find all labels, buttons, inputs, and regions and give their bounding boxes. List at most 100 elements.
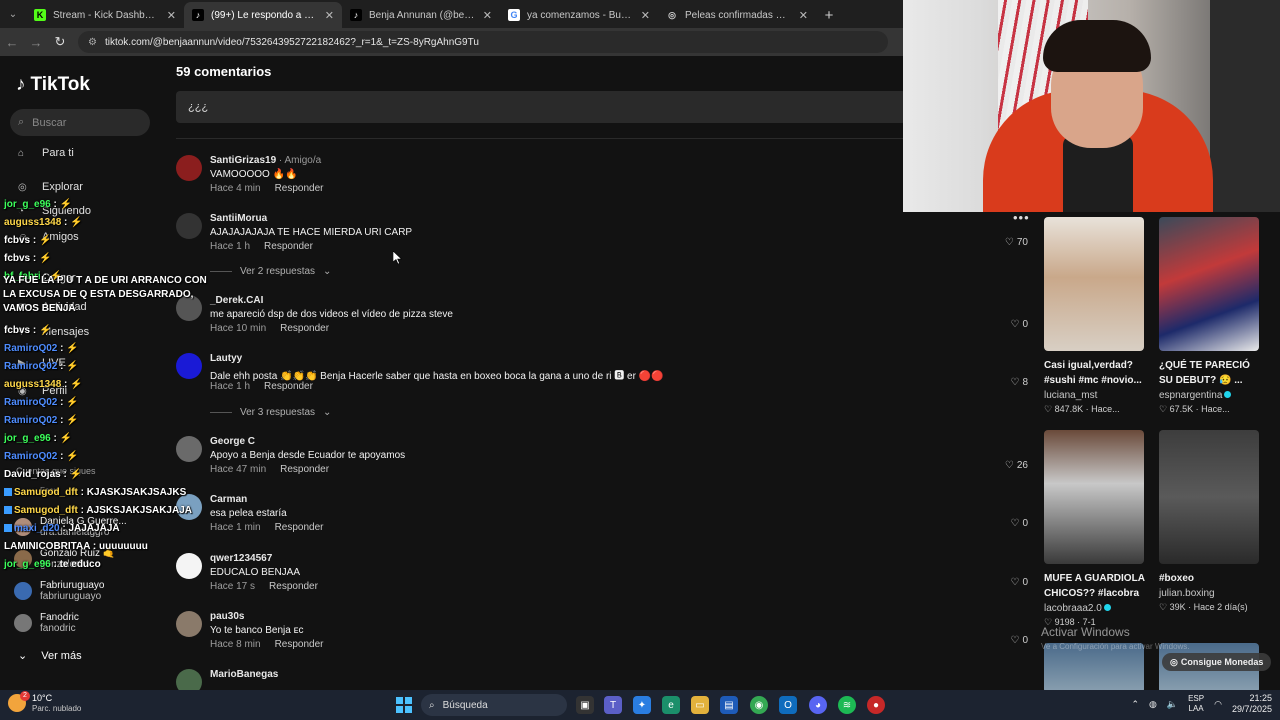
view-replies-button[interactable]: Ver 3 respuestas ⌄ (210, 407, 331, 418)
discord-icon[interactable]: ◕ (809, 696, 827, 714)
close-tab-icon[interactable]: ✕ (641, 9, 650, 22)
avatar[interactable] (176, 553, 202, 579)
task-view-icon[interactable]: ▣ (576, 696, 594, 714)
like-button[interactable]: ♡ 0 (1010, 635, 1028, 646)
language-indicator[interactable]: ESP LAA (1188, 694, 1204, 714)
avatar[interactable] (176, 213, 202, 239)
video-thumbnail[interactable] (1044, 217, 1144, 351)
like-button[interactable]: ♡ 8 (1010, 377, 1028, 388)
like-button[interactable]: ♡ 0 (1010, 518, 1028, 529)
video-thumbnail[interactable] (1159, 217, 1259, 351)
video-author[interactable]: lacobraaa2.0 (1044, 603, 1146, 614)
like-button[interactable]: ♡ 0 (1010, 319, 1028, 330)
like-button[interactable]: ♡ 0 (1010, 577, 1028, 588)
comment-username[interactable]: Carman (210, 494, 247, 505)
comment-time: Hace 1 h (210, 381, 251, 392)
start-button[interactable] (396, 697, 412, 713)
reply-button[interactable]: Responder (280, 323, 329, 334)
ver-mas-button[interactable]: ⌄ Ver más (18, 649, 82, 663)
video-author[interactable]: julian.boxing (1159, 588, 1261, 599)
clock[interactable]: 21:25 29/7/2025 (1232, 693, 1272, 715)
comment-input[interactable]: ¿¿¿ (176, 91, 906, 123)
browser-tab[interactable]: Gya comenzamos - Buscar con G ✕ (500, 2, 658, 28)
forward-icon[interactable]: → (24, 35, 48, 50)
sidebar-nav-item[interactable]: Explorar (42, 181, 83, 193)
more-options-icon[interactable]: ••• (1013, 210, 1030, 225)
reply-button[interactable]: Responder (275, 522, 324, 533)
reply-button[interactable]: Responder (269, 581, 318, 592)
reply-button[interactable]: Responder (264, 381, 313, 392)
weather-widget[interactable]: 2 10°C Parc. nublado (8, 691, 81, 713)
video-title[interactable]: MUFE A GUARDIOLA CHICOS?? #lacobra (1044, 571, 1146, 601)
comment-username[interactable]: MarioBanegas (210, 669, 278, 680)
avatar[interactable] (176, 436, 202, 462)
heart-icon: ♡ (1010, 377, 1020, 388)
chevron-up-icon[interactable]: ⌃ (1131, 699, 1139, 710)
like-button[interactable]: ♡ 70 (1005, 237, 1028, 248)
chrome-icon[interactable]: ◉ (750, 696, 768, 714)
browser-tab[interactable]: ◎ Peleas confirmadas Párense de ✕ (658, 2, 816, 28)
close-tab-icon[interactable]: ✕ (325, 9, 334, 22)
sidebar-nav-item[interactable]: Para ti (42, 147, 74, 159)
file-explorer-icon[interactable]: ▭ (691, 696, 709, 714)
reply-button[interactable]: Responder (275, 639, 324, 650)
recommended-video[interactable]: MUFE A GUARDIOLA CHICOS?? #lacobra lacobr… (1044, 430, 1146, 628)
avatar[interactable] (176, 669, 202, 690)
reply-button[interactable]: Responder (275, 183, 324, 194)
followed-account[interactable]: Fabriuruguayo fabriuruguayo (14, 580, 104, 602)
video-title[interactable]: ¿QUÉ TE PARECIÓ SU DEBUT? 😥 ... (1159, 358, 1261, 388)
chat-username: RamiroQ02 (4, 451, 58, 462)
url-field[interactable]: ⚙ tiktok.com/@benjaannun/video/753264395… (78, 31, 888, 53)
wifi-icon[interactable]: ◠ (1214, 699, 1222, 710)
volume-icon[interactable]: 🔈 (1167, 699, 1178, 710)
tiktok-logo[interactable]: ♪ TikTok (16, 74, 90, 96)
like-button[interactable]: ♡ 26 (1005, 460, 1028, 471)
comment-username[interactable]: George C (210, 436, 255, 447)
spotify-icon[interactable]: ≋ (838, 696, 856, 714)
store-icon[interactable]: ▤ (720, 696, 738, 714)
reply-button[interactable]: Responder (264, 241, 313, 252)
edge-icon[interactable]: e (662, 696, 680, 714)
outlook-icon[interactable]: O (779, 696, 797, 714)
taskbar-search[interactable]: ⌕ Búsqueda (421, 694, 567, 716)
comment-time: Hace 10 min (210, 323, 267, 334)
close-tab-icon[interactable]: ✕ (167, 9, 176, 22)
network-icon[interactable]: ◍ (1149, 699, 1157, 710)
tab-search-icon[interactable]: ⌄ (0, 0, 26, 28)
search-input[interactable]: ⌕ Buscar (10, 109, 150, 136)
video-title[interactable]: #boxeo (1159, 571, 1261, 586)
back-icon[interactable]: ← (0, 35, 24, 50)
reply-button[interactable]: Responder (280, 464, 329, 475)
avatar[interactable] (176, 611, 202, 637)
site-info-icon[interactable]: ⚙ (88, 37, 97, 48)
followed-account[interactable]: Fanodric fanodric (14, 612, 79, 634)
browser-tab[interactable]: ♪ Benja Annunan (@benjaannun) ✕ (342, 2, 500, 28)
avatar[interactable] (176, 155, 202, 181)
video-thumbnail[interactable] (1159, 430, 1259, 564)
comment-username[interactable]: SantiiMorua (210, 213, 267, 224)
video-title[interactable]: Casi igual,verdad? #sushi #mc #novio... (1044, 358, 1146, 388)
app-icon[interactable]: ● (867, 696, 885, 714)
video-author[interactable]: luciana_mst (1044, 390, 1146, 401)
teams-icon[interactable]: T (604, 696, 622, 714)
close-tab-icon[interactable]: ✕ (483, 9, 492, 22)
reload-icon[interactable]: ↻ (48, 34, 72, 50)
get-coins-button[interactable]: ◎ Consigue Monedas (1162, 653, 1272, 671)
close-tab-icon[interactable]: ✕ (799, 9, 808, 22)
comment-username[interactable]: pau30s (210, 611, 244, 622)
comment-username[interactable]: SantiGrizas19 · Amigo/a (210, 155, 321, 166)
recommended-video[interactable]: Casi igual,verdad? #sushi #mc #novio... l… (1044, 217, 1146, 415)
browser-tab[interactable]: ♪ (99+) Le respondo a @uricarp9 ✕ (184, 2, 342, 28)
comment-username[interactable]: qwer1234567 (210, 553, 272, 564)
video-author[interactable]: espnargentina (1159, 390, 1261, 401)
recommended-video[interactable]: ¿QUÉ TE PARECIÓ SU DEBUT? 😥 ... espnargen… (1159, 217, 1261, 415)
view-replies-button[interactable]: Ver 2 respuestas ⌄ (210, 266, 331, 277)
like-count: 0 (1022, 319, 1028, 330)
new-tab-button[interactable]: + (816, 2, 842, 28)
recommended-video[interactable]: #boxeo julian.boxing ♡ 39K · Hace 2 día(s) (1159, 430, 1261, 613)
copilot-icon[interactable]: ✦ (633, 696, 651, 714)
avatar[interactable] (176, 353, 202, 379)
browser-tab[interactable]: K Stream - Kick Dashboard ✕ (26, 2, 184, 28)
video-thumbnail[interactable] (1044, 430, 1144, 564)
comment-username[interactable]: Lautyy (210, 353, 242, 364)
